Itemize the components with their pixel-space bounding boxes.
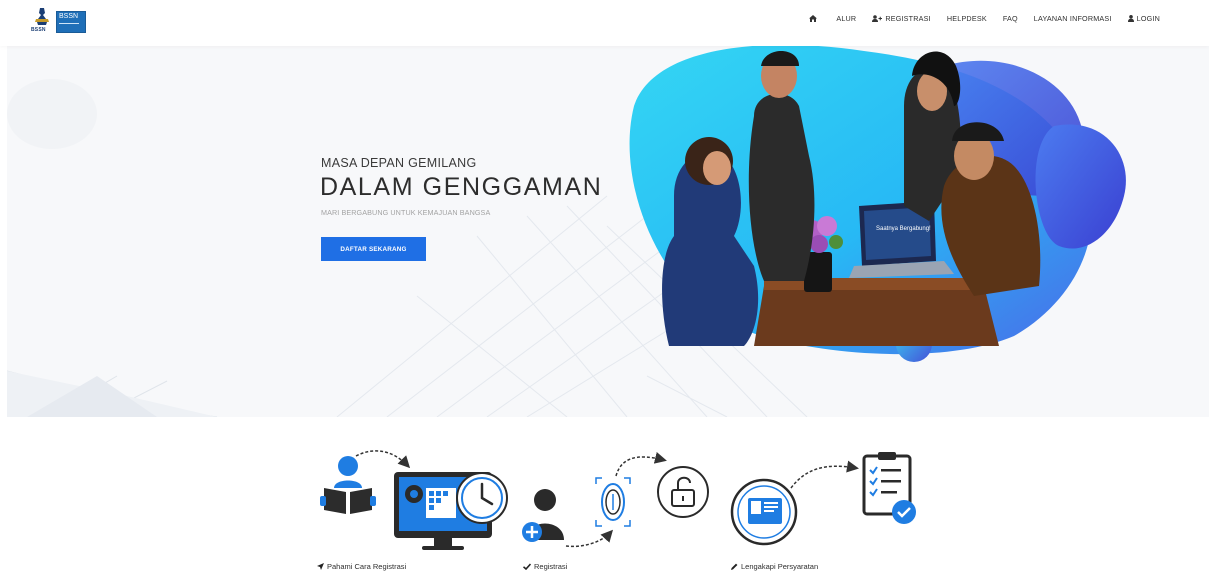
nav-layanan-informasi-label: LAYANAN INFORMASI xyxy=(1033,13,1112,23)
nav-login[interactable]: LOGIN xyxy=(1127,13,1160,23)
hero-kicker: MASA DEPAN GEMILANG xyxy=(321,156,477,170)
step-pahami: Pahami Cara Registrasi xyxy=(317,562,406,571)
nav-helpdesk[interactable]: HELPDESK xyxy=(947,14,987,23)
nav-registrasi[interactable]: REGISTRASI xyxy=(872,14,931,23)
hero-illustration: Saatnya Bergabung! xyxy=(629,46,1126,362)
step-lengkapi-label: Lengakapi Persyaratan xyxy=(741,562,819,571)
logo-box-text: BSSN xyxy=(59,13,79,20)
user-add-icon xyxy=(522,489,564,542)
daftar-sekarang-button[interactable]: DAFTAR SEKARANG xyxy=(321,237,426,261)
hero-title: DALAM GENGGAMAN xyxy=(320,173,603,201)
logo-mark-text: BSSN xyxy=(31,27,46,33)
reader-icon xyxy=(320,456,376,514)
monitor-clock-icon xyxy=(394,472,508,550)
step-registrasi-label: Registrasi xyxy=(534,562,568,571)
nav-faq-label: FAQ xyxy=(1002,13,1018,23)
pencil-icon xyxy=(731,563,738,570)
top-navbar: BSSN BSSN ALUR REGISTRASI HELPDESK FAQ L… xyxy=(0,0,1209,46)
logo[interactable]: BSSN BSSN xyxy=(31,7,86,33)
bssn-emblem-icon: BSSN xyxy=(31,7,53,33)
laptop-screen-text: Saatnya Bergabung! xyxy=(876,226,931,232)
step-lengkapi: Lengakapi Persyaratan xyxy=(731,562,818,571)
hero-text: MASA DEPAN GEMILANG DALAM GENGGAMAN MARI… xyxy=(320,156,603,217)
nav-login-label: LOGIN xyxy=(1136,13,1160,23)
unlock-icon xyxy=(657,466,709,518)
id-card-icon xyxy=(730,478,798,546)
nav-alur[interactable]: ALUR xyxy=(836,14,856,23)
user-icon xyxy=(1127,14,1134,22)
fingerprint-icon xyxy=(595,477,631,527)
nav-layanan-informasi[interactable]: LAYANAN INFORMASI xyxy=(1034,14,1112,23)
check-icon xyxy=(523,563,531,570)
nav-helpdesk-label: HELPDESK xyxy=(946,13,987,23)
checklist-icon xyxy=(862,452,916,524)
paper-plane-icon xyxy=(317,563,324,570)
nav-alur-label: ALUR xyxy=(836,13,857,23)
nav-registrasi-label: REGISTRASI xyxy=(885,13,931,23)
nav-home[interactable] xyxy=(809,14,820,22)
steps-illustration xyxy=(320,450,916,550)
hero-subtitle: MARI BERGABUNG UNTUK KEMAJUAN BANGSA xyxy=(321,208,491,217)
logo-box: BSSN xyxy=(56,11,86,33)
nav-faq[interactable]: FAQ xyxy=(1003,14,1018,23)
step-registrasi: Registrasi xyxy=(523,562,567,571)
home-icon xyxy=(809,14,818,22)
main-nav: ALUR REGISTRASI HELPDESK FAQ LAYANAN INF… xyxy=(809,0,1160,36)
user-plus-icon xyxy=(872,14,883,22)
hero-banner: MASA DEPAN GEMILANG DALAM GENGGAMAN MARI… xyxy=(7,46,1209,417)
step-pahami-label: Pahami Cara Registrasi xyxy=(327,562,407,571)
